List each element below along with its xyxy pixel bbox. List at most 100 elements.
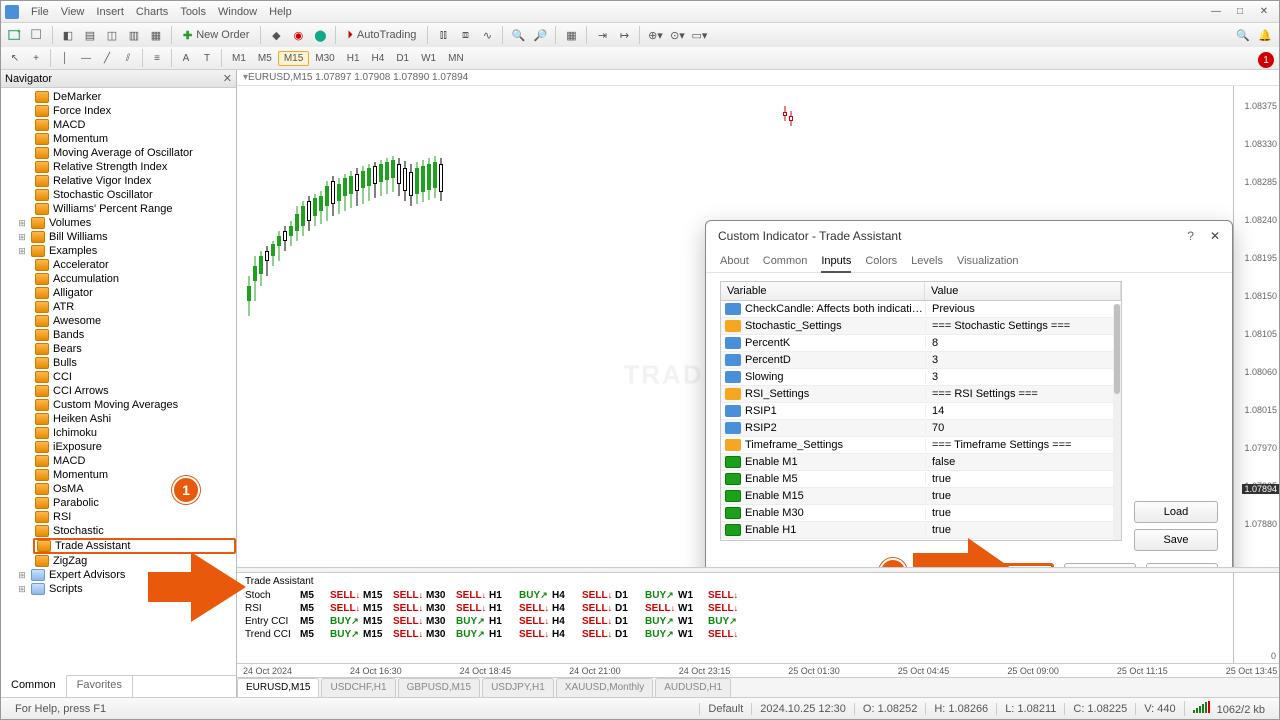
bar-chart-icon[interactable]: ⫾⫾	[433, 25, 453, 45]
signals-icon[interactable]: ◉	[288, 25, 308, 45]
nav-item-relative-strength-index[interactable]: Relative Strength Index	[33, 160, 236, 174]
nav-item-macd[interactable]: MACD	[33, 118, 236, 132]
text-icon[interactable]: A	[176, 48, 196, 68]
dialog-tab-colors[interactable]: Colors	[865, 251, 897, 272]
cancel-button[interactable]: Cancel	[1064, 563, 1136, 567]
market-icon[interactable]: ⬤	[310, 25, 330, 45]
dialog-tab-visualization[interactable]: Visualization	[957, 251, 1019, 272]
menu-file[interactable]: File	[25, 4, 55, 20]
nav-item-awesome[interactable]: Awesome	[33, 314, 236, 328]
reset-button[interactable]: Reset	[1146, 563, 1218, 567]
input-row[interactable]: Timeframe_Settings=== Timeframe Settings…	[721, 437, 1121, 454]
nav-item-moving-average-of-oscillator[interactable]: Moving Average of Oscillator	[33, 146, 236, 160]
nav-item-rsi[interactable]: RSI	[33, 510, 236, 524]
zoom-out-icon[interactable]: 🔎	[530, 25, 550, 45]
nav-item-alligator[interactable]: Alligator	[33, 286, 236, 300]
dialog-tab-about[interactable]: About	[720, 251, 749, 272]
menu-help[interactable]: Help	[263, 4, 298, 20]
navigator-close-icon[interactable]: ✕	[223, 72, 232, 85]
minimize-button[interactable]: —	[1205, 4, 1227, 20]
crosshair-icon[interactable]: +	[26, 48, 46, 68]
scroll-icon[interactable]: ⇥	[592, 25, 612, 45]
channel-icon[interactable]: ⫽	[118, 48, 138, 68]
menu-view[interactable]: View	[55, 4, 91, 20]
indicator-subwindow[interactable]: Trade Assistant StochM5SELLM15SELLM30SEL…	[237, 573, 1279, 663]
input-row[interactable]: Enable M30true	[721, 505, 1121, 522]
periods-icon[interactable]: ⊙▾	[667, 25, 687, 45]
tile-icon[interactable]: ▦	[561, 25, 581, 45]
templates-icon[interactable]: ▭▾	[689, 25, 709, 45]
terminal-icon[interactable]: ▥	[124, 25, 144, 45]
nav-item-bill-williams[interactable]: ⊞Bill Williams	[15, 230, 236, 244]
price-chart[interactable]: TRADERPTKT.COM 1.083751.083301.082851.08…	[237, 86, 1279, 567]
nav-item-bears[interactable]: Bears	[33, 342, 236, 356]
nav-item-cci[interactable]: CCI	[33, 370, 236, 384]
input-row[interactable]: Enable H1true	[721, 522, 1121, 539]
notification-badge[interactable]: 1	[1258, 52, 1274, 68]
nav-item-momentum[interactable]: Momentum	[33, 132, 236, 146]
nav-item-atr[interactable]: ATR	[33, 300, 236, 314]
menu-window[interactable]: Window	[212, 4, 263, 20]
nav-item-heiken-ashi[interactable]: Heiken Ashi	[33, 412, 236, 426]
dialog-close-icon[interactable]: ✕	[1210, 229, 1220, 243]
nav-item-accelerator[interactable]: Accelerator	[33, 258, 236, 272]
chart-tab-audusd-h1[interactable]: AUDUSD,H1	[655, 678, 731, 697]
alerts-icon[interactable]: 🔔	[1255, 25, 1275, 45]
timeframe-W1[interactable]: W1	[415, 51, 442, 66]
profiles-icon[interactable]	[27, 25, 47, 45]
nav-item-stochastic-oscillator[interactable]: Stochastic Oscillator	[33, 188, 236, 202]
nav-item-bands[interactable]: Bands	[33, 328, 236, 342]
timeframe-MN[interactable]: MN	[442, 51, 470, 66]
maximize-button[interactable]: □	[1229, 4, 1251, 20]
nav-tab-common[interactable]: Common	[1, 675, 67, 697]
nav-item-momentum[interactable]: Momentum	[33, 468, 236, 482]
nav-item-williams-percent-range[interactable]: Williams' Percent Range	[33, 202, 236, 216]
nav-item-iexposure[interactable]: iExposure	[33, 440, 236, 454]
input-row[interactable]: RSI_Settings=== RSI Settings ===	[721, 386, 1121, 403]
input-row[interactable]: Enable M5true	[721, 471, 1121, 488]
market-watch-icon[interactable]: ◧	[58, 25, 78, 45]
label-icon[interactable]: T	[197, 48, 217, 68]
nav-item-ichimoku[interactable]: Ichimoku	[33, 426, 236, 440]
meta-icon[interactable]: ◆	[266, 25, 286, 45]
chart-tab-eurusd-m15[interactable]: EURUSD,M15	[237, 678, 319, 697]
fibo-icon[interactable]: ≡	[147, 48, 167, 68]
timeframe-M1[interactable]: M1	[226, 51, 252, 66]
zoom-in-icon[interactable]: 🔍	[508, 25, 528, 45]
nav-item-cci-arrows[interactable]: CCI Arrows	[33, 384, 236, 398]
close-button[interactable]: ✕	[1253, 4, 1275, 20]
input-row[interactable]: Enable M15true	[721, 488, 1121, 505]
timeframe-H1[interactable]: H1	[341, 51, 366, 66]
shift-icon[interactable]: ↦	[614, 25, 634, 45]
timeframe-M5[interactable]: M5	[252, 51, 278, 66]
new-chart-icon[interactable]: +	[5, 25, 25, 45]
nav-item-parabolic[interactable]: Parabolic	[33, 496, 236, 510]
nav-tab-favorites[interactable]: Favorites	[67, 676, 133, 697]
input-row[interactable]: RSIP270	[721, 420, 1121, 437]
inputs-grid[interactable]: Variable Value CheckCandle: Affects both…	[720, 281, 1122, 541]
nav-item-bulls[interactable]: Bulls	[33, 356, 236, 370]
nav-item-accumulation[interactable]: Accumulation	[33, 272, 236, 286]
vline-icon[interactable]: │	[55, 48, 75, 68]
timeframe-M15[interactable]: M15	[278, 51, 309, 66]
indicators-icon[interactable]: ⊕▾	[645, 25, 665, 45]
input-row[interactable]: Slowing3	[721, 369, 1121, 386]
nav-item-macd[interactable]: MACD	[33, 454, 236, 468]
trendline-icon[interactable]: ╱	[97, 48, 117, 68]
hline-icon[interactable]: —	[76, 48, 96, 68]
dialog-tab-common[interactable]: Common	[763, 251, 808, 272]
chart-tab-usdchf-h1[interactable]: USDCHF,H1	[321, 678, 395, 697]
autotrading-button[interactable]: ⏵AutoTrading	[341, 25, 422, 45]
menu-insert[interactable]: Insert	[90, 4, 130, 20]
data-window-icon[interactable]: ▤	[80, 25, 100, 45]
nav-item-stochastic[interactable]: Stochastic	[33, 524, 236, 538]
nav-item-force-index[interactable]: Force Index	[33, 104, 236, 118]
input-row[interactable]: PercentD3	[721, 352, 1121, 369]
nav-item-relative-vigor-index[interactable]: Relative Vigor Index	[33, 174, 236, 188]
candle-chart-icon[interactable]: ⧈	[455, 25, 475, 45]
nav-item-demarker[interactable]: DeMarker	[33, 90, 236, 104]
search-icon[interactable]: 🔍	[1233, 25, 1253, 45]
chart-tab-usdjpy-h1[interactable]: USDJPY,H1	[482, 678, 554, 697]
nav-item-custom-moving-averages[interactable]: Custom Moving Averages	[33, 398, 236, 412]
cursor-icon[interactable]: ↖	[5, 48, 25, 68]
